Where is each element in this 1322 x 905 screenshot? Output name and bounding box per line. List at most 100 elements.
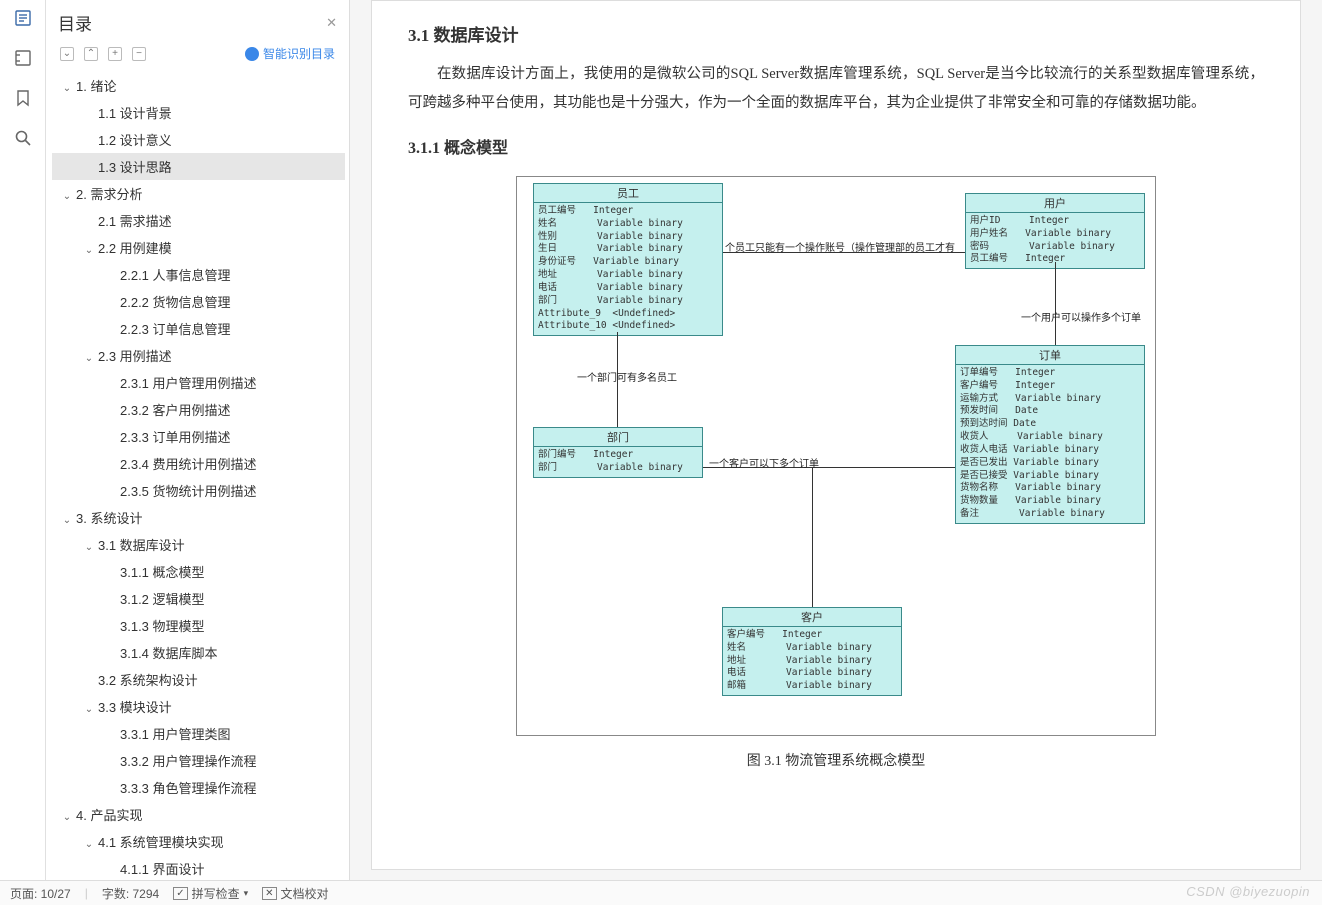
- outline-item[interactable]: 3.3.1 用户管理类图: [52, 720, 345, 747]
- smart-detect-button[interactable]: 智能识别目录: [245, 45, 335, 62]
- entity-rows: 用户ID Integer 用户姓名 Variable binary 密码 Var…: [966, 213, 1144, 268]
- chevron-down-icon[interactable]: ⌄: [82, 839, 96, 850]
- outline-item-label: 3.3.2 用户管理操作流程: [120, 754, 257, 769]
- paragraph: 在数据库设计方面上，我使用的是微软公司的SQL Server数据库管理系统，SQ…: [408, 60, 1264, 118]
- outline-item[interactable]: ⌄4. 产品实现: [52, 801, 345, 828]
- outline-item-label: 3.3.1 用户管理类图: [120, 727, 231, 742]
- outline-item[interactable]: 2.3.4 费用统计用例描述: [52, 450, 345, 477]
- outline-item[interactable]: 1.3 设计思路: [52, 153, 345, 180]
- outline-item[interactable]: 2.3.5 货物统计用例描述: [52, 477, 345, 504]
- outline-item-label: 2.2.3 订单信息管理: [120, 322, 231, 337]
- outline-item[interactable]: 3.1.3 物理模型: [52, 612, 345, 639]
- document-viewport[interactable]: 3.1 数据库设计 在数据库设计方面上，我使用的是微软公司的SQL Server…: [350, 0, 1322, 880]
- outline-item[interactable]: ⌄2. 需求分析: [52, 180, 345, 207]
- icon-rail: [0, 0, 46, 880]
- collapse-all-icon[interactable]: ⌃: [84, 47, 98, 61]
- outline-tool-icons: ⌄ ⌃ + −: [60, 47, 146, 61]
- outline-item[interactable]: 3.2 系统架构设计: [52, 666, 345, 693]
- document-page: 3.1 数据库设计 在数据库设计方面上，我使用的是微软公司的SQL Server…: [371, 0, 1301, 870]
- outline-item[interactable]: 3.1.1 概念模型: [52, 558, 345, 585]
- watermark: CSDN @biyezuopin: [1186, 884, 1310, 899]
- outline-item[interactable]: 1.1 设计背景: [52, 99, 345, 126]
- chevron-down-icon[interactable]: ⌄: [60, 812, 74, 823]
- entity-employee: 员工 员工编号 Integer 姓名 Variable binary 性别 Va…: [533, 183, 723, 336]
- chevron-down-icon[interactable]: ⌄: [82, 353, 96, 364]
- outline-item[interactable]: ⌄1. 绪论: [52, 72, 345, 99]
- outline-item[interactable]: ⌄3. 系统设计: [52, 504, 345, 531]
- ruler-icon[interactable]: [13, 48, 33, 68]
- outline-item[interactable]: 2.2.3 订单信息管理: [52, 315, 345, 342]
- relation-label: 一个部门可有多名员工: [577, 369, 677, 384]
- outline-item[interactable]: 3.1.2 逻辑模型: [52, 585, 345, 612]
- sidebar-toolbar: ⌄ ⌃ + − 智能识别目录: [46, 41, 349, 72]
- heading-3-1: 3.1 数据库设计: [408, 21, 1264, 46]
- outline-item[interactable]: 2.2.2 货物信息管理: [52, 288, 345, 315]
- relation-label: 个员工只能有一个操作账号（操作管理部的员工才有: [725, 239, 955, 254]
- outline-sidebar: 目录 ✕ ⌄ ⌃ + − 智能识别目录 ⌄1. 绪论 1.1 设计背景 1.2 设计…: [46, 0, 350, 880]
- chevron-down-icon[interactable]: ⌄: [82, 245, 96, 256]
- diagram-line: [1055, 262, 1056, 345]
- chevron-down-icon[interactable]: ⌄: [82, 542, 96, 553]
- compare-toggle[interactable]: ✕ 文档校对: [262, 885, 328, 902]
- outline-item[interactable]: ⌄3.1 数据库设计: [52, 531, 345, 558]
- outline-item[interactable]: ⌄3.3 模块设计: [52, 693, 345, 720]
- chevron-down-icon[interactable]: ⌄: [60, 83, 74, 94]
- remove-level-icon[interactable]: −: [132, 47, 146, 61]
- outline-item[interactable]: 3.1.4 数据库脚本: [52, 639, 345, 666]
- figure-caption: 图 3.1 物流管理系统概念模型: [408, 750, 1264, 770]
- add-level-icon[interactable]: +: [108, 47, 122, 61]
- outline-item-label: 3.1.3 物理模型: [120, 619, 205, 634]
- bookmark-icon[interactable]: [13, 88, 33, 108]
- outline-item[interactable]: 2.3.1 用户管理用例描述: [52, 369, 345, 396]
- outline-item-label: 4.1 系统管理模块实现: [98, 835, 224, 850]
- sidebar-header: 目录 ✕: [46, 0, 349, 41]
- separator: |: [85, 886, 88, 900]
- outline-item[interactable]: 2.1 需求描述: [52, 207, 345, 234]
- outline-item[interactable]: ⌄2.3 用例描述: [52, 342, 345, 369]
- outline-item-label: 2.3 用例描述: [98, 349, 172, 364]
- heading-3-1-1: 3.1.1 概念模型: [408, 134, 1264, 158]
- outline-item-label: 2.2 用例建模: [98, 241, 172, 256]
- entity-rows: 员工编号 Integer 姓名 Variable binary 性别 Varia…: [534, 203, 722, 335]
- outline-item-label: 2. 需求分析: [76, 187, 142, 202]
- spellcheck-toggle[interactable]: ✓ 拼写检查 ▾: [173, 885, 248, 902]
- outline-item[interactable]: 3.3.2 用户管理操作流程: [52, 747, 345, 774]
- outline-item[interactable]: 1.2 设计意义: [52, 126, 345, 153]
- outline-icon[interactable]: [13, 8, 33, 28]
- outline-item-label: 3. 系统设计: [76, 511, 142, 526]
- outline-item-label: 3.2 系统架构设计: [98, 673, 198, 688]
- entity-rows: 客户编号 Integer 姓名 Variable binary 地址 Varia…: [723, 627, 901, 695]
- outline-item[interactable]: ⌄2.2 用例建模: [52, 234, 345, 261]
- close-icon[interactable]: ✕: [326, 15, 337, 31]
- outline-item-label: 2.3.3 订单用例描述: [120, 430, 231, 445]
- outline-item-label: 1.1 设计背景: [98, 106, 172, 121]
- chevron-down-icon[interactable]: ⌄: [60, 515, 74, 526]
- er-diagram: 员工 员工编号 Integer 姓名 Variable binary 性别 Va…: [516, 176, 1156, 736]
- outline-item-label: 1.2 设计意义: [98, 133, 172, 148]
- search-icon[interactable]: [13, 128, 33, 148]
- outline-item[interactable]: 4.1.1 界面设计: [52, 855, 345, 880]
- outline-item[interactable]: 2.2.1 人事信息管理: [52, 261, 345, 288]
- entity-user: 用户 用户ID Integer 用户姓名 Variable binary 密码 …: [965, 193, 1145, 269]
- entity-title: 员工: [534, 184, 722, 203]
- entity-title: 部门: [534, 428, 702, 447]
- expand-all-icon[interactable]: ⌄: [60, 47, 74, 61]
- outline-item-label: 3.1.1 概念模型: [120, 565, 205, 580]
- outline-item-label: 2.3.5 货物统计用例描述: [120, 484, 257, 499]
- chevron-down-icon[interactable]: ⌄: [60, 191, 74, 202]
- outline-item[interactable]: ⌄4.1 系统管理模块实现: [52, 828, 345, 855]
- x-icon: ✕: [262, 887, 276, 900]
- outline-tree: ⌄1. 绪论1.1 设计背景1.2 设计意义1.3 设计思路⌄2. 需求分析2.…: [46, 72, 349, 880]
- outline-item[interactable]: 3.3.3 角色管理操作流程: [52, 774, 345, 801]
- outline-item[interactable]: 2.3.2 客户用例描述: [52, 396, 345, 423]
- relation-label: 一个客户可以下多个订单: [709, 455, 819, 470]
- page-indicator[interactable]: 页面: 10/27: [10, 885, 71, 902]
- chevron-down-icon[interactable]: ⌄: [82, 704, 96, 715]
- word-count[interactable]: 字数: 7294: [102, 885, 159, 902]
- outline-item-label: 1.3 设计思路: [98, 160, 172, 175]
- entity-rows: 订单编号 Integer 客户编号 Integer 运输方式 Variable …: [956, 365, 1144, 523]
- outline-item-label: 3.1.4 数据库脚本: [120, 646, 218, 661]
- outline-item[interactable]: 2.3.3 订单用例描述: [52, 423, 345, 450]
- sidebar-title: 目录: [58, 10, 92, 35]
- outline-item-label: 2.3.4 费用统计用例描述: [120, 457, 257, 472]
